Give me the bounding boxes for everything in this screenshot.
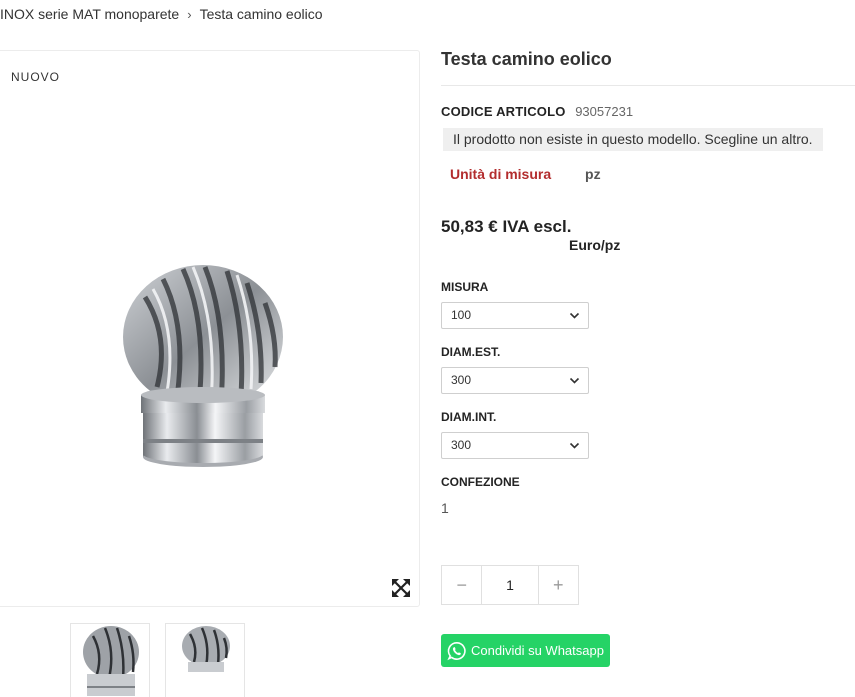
select-misura[interactable]: 100 (441, 302, 589, 329)
chevron-down-icon (569, 442, 580, 449)
thumbnail-1[interactable] (70, 623, 150, 697)
variant-label-misura: MISURA (441, 280, 489, 294)
whatsapp-share-label: Condividi su Whatsapp (471, 643, 604, 658)
quantity-increase-button[interactable]: + (539, 566, 578, 604)
variant-label-diam-est: DIAM.EST. (441, 345, 501, 359)
variant-label-diam-int: DIAM.INT. (441, 410, 497, 424)
title-divider (441, 85, 855, 86)
confezione-value: 1 (441, 500, 449, 516)
availability-alert: Il prodotto non esiste in questo modello… (443, 128, 823, 151)
reference-label: CODICE ARTICOLO (441, 104, 566, 119)
chevron-down-icon (569, 312, 580, 319)
new-badge: NUOVO (11, 70, 61, 84)
unit-of-measure: Unità di misura pz (450, 166, 601, 182)
product-image (123, 265, 283, 467)
breadcrumb-item-current: Testa camino eolico (199, 6, 323, 22)
whatsapp-icon (447, 641, 466, 660)
breadcrumb-separator: › (187, 6, 192, 22)
thumbnail-2[interactable] (165, 623, 245, 697)
select-diam-int[interactable]: 300 (441, 432, 589, 459)
select-diam-est-value: 300 (451, 373, 472, 387)
product-reference: CODICE ARTICOLO 93057231 (441, 104, 633, 119)
quantity-input[interactable]: 1 (481, 566, 539, 604)
expand-icon[interactable] (392, 579, 410, 597)
thumbnail-image-angle (182, 626, 230, 672)
chevron-down-icon (569, 377, 580, 384)
product-title: Testa camino eolico (441, 49, 612, 69)
select-misura-value: 100 (451, 308, 472, 322)
thumbnail-image-front (83, 626, 139, 696)
price-unit: Euro/pz (569, 237, 621, 253)
reference-value: 93057231 (575, 104, 634, 119)
unit-label: Unità di misura (450, 166, 552, 182)
product-price: 50,83 € IVA escl. (441, 217, 572, 236)
confezione-label: CONFEZIONE (441, 475, 520, 489)
whatsapp-share-button[interactable]: Condividi su Whatsapp (441, 634, 610, 667)
breadcrumb: INOX serie MAT monoparete › Testa camino… (0, 6, 323, 22)
product-gallery: NUOVO (0, 50, 420, 607)
unit-value: pz (585, 166, 601, 182)
quantity-stepper: − 1 + (441, 565, 579, 605)
breadcrumb-item-category[interactable]: INOX serie MAT monoparete (0, 6, 179, 22)
select-diam-est[interactable]: 300 (441, 367, 589, 394)
quantity-decrease-button[interactable]: − (442, 566, 481, 604)
select-diam-int-value: 300 (451, 438, 472, 452)
